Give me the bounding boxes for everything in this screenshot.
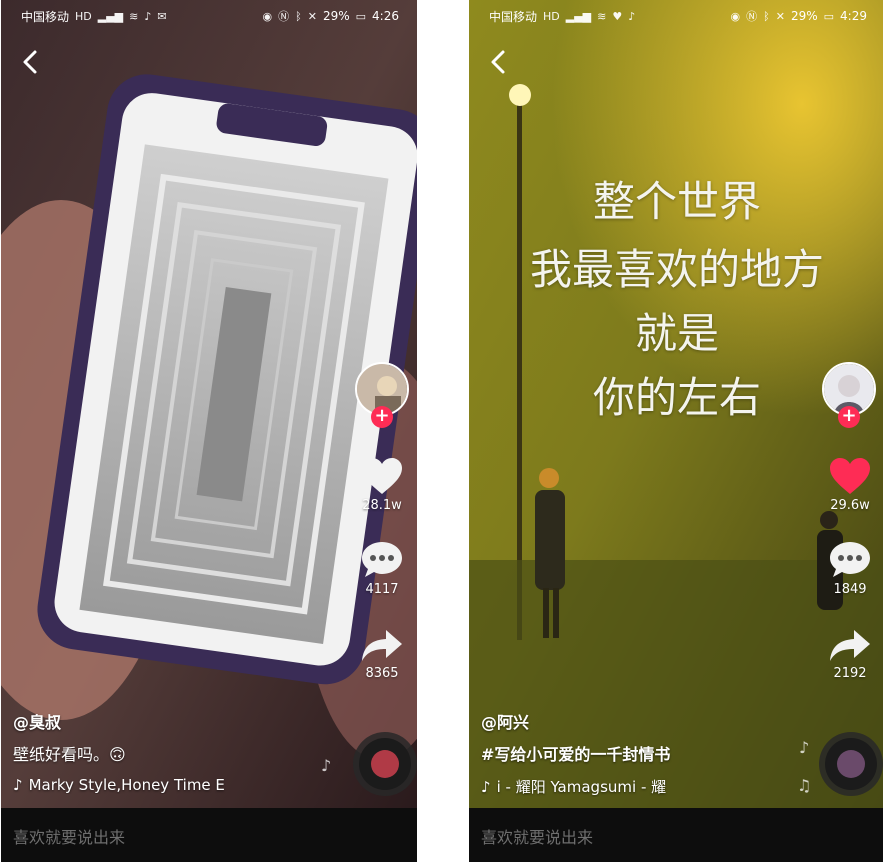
tiktok-note-icon: ♪ bbox=[481, 777, 491, 796]
comment-bar[interactable]: 喜欢就要说出来 bbox=[469, 808, 883, 862]
bluetooth-icon: ᛒ bbox=[763, 9, 770, 23]
hd-badge: HD bbox=[75, 9, 92, 23]
heart-icon bbox=[362, 458, 402, 494]
hd-badge: HD bbox=[543, 9, 560, 23]
comment-bubble-icon bbox=[362, 542, 402, 577]
lyric-line-3: 就是 bbox=[634, 309, 719, 358]
music-ticker[interactable]: ♪ Marky Style,Honey Time E bbox=[13, 776, 283, 794]
video-screen-right: 中国移动 HD ▂▄▆ ≋ ♥ ♪ ◉ Ⓝ ᛒ ✕ 29% ▭ 4:29 整个世… bbox=[469, 0, 883, 862]
share-button[interactable]: 8365 bbox=[352, 628, 412, 681]
mute-icon: ✕ bbox=[307, 9, 317, 23]
back-arrow-icon[interactable] bbox=[487, 46, 511, 78]
battery-icon: ▭ bbox=[823, 9, 835, 23]
share-arrow-icon bbox=[362, 630, 402, 661]
battery-icon: ▭ bbox=[355, 9, 367, 23]
video-screen-left: 中国移动 HD ▂▄▆ ≋ ♪ ✉ ◉ Ⓝ ᛒ ✕ 29% ▭ 4:26 + 2… bbox=[1, 0, 417, 862]
lyric-line-1: 整个世界 bbox=[592, 177, 761, 226]
shield-icon: ♥ bbox=[612, 9, 623, 23]
signal-icon: ▂▄▆ bbox=[97, 9, 124, 23]
nfc-icon: Ⓝ bbox=[278, 10, 290, 23]
eye-icon: ◉ bbox=[730, 9, 741, 23]
lyric-line-2: 我最喜欢的地方 bbox=[529, 245, 824, 294]
tiktok-note-icon: ♪ bbox=[13, 776, 23, 794]
follow-plus-button[interactable]: + bbox=[371, 406, 393, 428]
battery-percent: 29% bbox=[322, 9, 350, 23]
comment-input-placeholder[interactable]: 喜欢就要说出来 bbox=[13, 824, 125, 848]
comment-button[interactable]: 1849 bbox=[820, 540, 880, 597]
share-count: 8365 bbox=[365, 666, 399, 681]
video-frame-left bbox=[1, 0, 417, 808]
music-disc[interactable] bbox=[825, 738, 877, 790]
status-bar: 中国移动 HD ▂▄▆ ≋ ♪ ✉ ◉ Ⓝ ᛒ ✕ 29% ▭ 4:26 bbox=[1, 0, 417, 32]
nfc-icon: Ⓝ bbox=[746, 10, 758, 23]
comment-count: 1849 bbox=[833, 582, 867, 597]
clock: 4:29 bbox=[840, 9, 867, 23]
tiktok-notification-icon: ♪ bbox=[144, 9, 152, 23]
music-cover-image bbox=[371, 750, 399, 778]
back-arrow-icon[interactable] bbox=[19, 46, 43, 78]
status-bar: 中国移动 HD ▂▄▆ ≋ ♥ ♪ ◉ Ⓝ ᛒ ✕ 29% ▭ 4:29 bbox=[469, 0, 883, 32]
floating-music-note-icon: ♫ bbox=[797, 776, 812, 795]
music-ticker[interactable]: ♪ i - 耀阳 Yamagsumi - 耀 bbox=[481, 776, 751, 797]
comment-bar[interactable]: 喜欢就要说出来 bbox=[1, 808, 417, 862]
heart-icon bbox=[830, 458, 870, 494]
eye-icon: ◉ bbox=[262, 9, 273, 23]
mail-icon: ✉ bbox=[157, 9, 167, 23]
signal-icon: ▂▄▆ bbox=[565, 9, 592, 23]
comment-input-placeholder[interactable]: 喜欢就要说出来 bbox=[481, 824, 593, 848]
author-name[interactable]: @阿兴 bbox=[481, 709, 529, 733]
bluetooth-icon: ᛒ bbox=[295, 9, 302, 23]
wifi-icon: ≋ bbox=[597, 9, 607, 23]
tiktok-notification-icon: ♪ bbox=[628, 9, 636, 23]
carrier-label: 中国移动 bbox=[21, 9, 70, 24]
follow-plus-button[interactable]: + bbox=[838, 406, 860, 428]
clock: 4:26 bbox=[372, 9, 399, 23]
share-count: 2192 bbox=[833, 666, 867, 681]
mute-icon: ✕ bbox=[775, 9, 785, 23]
share-button[interactable]: 2192 bbox=[820, 628, 880, 681]
music-disc[interactable] bbox=[359, 738, 411, 790]
like-button[interactable]: 28.1w bbox=[352, 456, 412, 513]
lyric-line-4: 你的左右 bbox=[592, 373, 761, 422]
comment-button[interactable]: 4117 bbox=[352, 540, 412, 597]
floating-music-note-icon: ♪ bbox=[799, 738, 810, 757]
video-caption: 壁纸好看吗。🙃 bbox=[13, 745, 126, 764]
battery-percent: 29% bbox=[790, 9, 818, 23]
comment-bubble-icon bbox=[830, 542, 870, 577]
carrier-label: 中国移动 bbox=[489, 9, 538, 24]
like-count: 29.6w bbox=[830, 498, 870, 513]
floating-music-note-icon: ♪ bbox=[321, 756, 332, 775]
wifi-icon: ≋ bbox=[129, 9, 139, 23]
like-button[interactable]: 29.6w bbox=[820, 456, 880, 513]
author-name[interactable]: @臭叔 bbox=[13, 709, 61, 733]
share-arrow-icon bbox=[830, 630, 870, 661]
music-cover-image bbox=[837, 750, 865, 778]
music-title: Marky Style,Honey Time E bbox=[28, 776, 225, 794]
comment-count: 4117 bbox=[365, 582, 399, 597]
music-title: i - 耀阳 Yamagsumi - 耀 bbox=[496, 778, 667, 796]
video-caption[interactable]: #写给小可爱的一千封情书 bbox=[481, 741, 670, 765]
like-count: 28.1w bbox=[362, 498, 402, 513]
